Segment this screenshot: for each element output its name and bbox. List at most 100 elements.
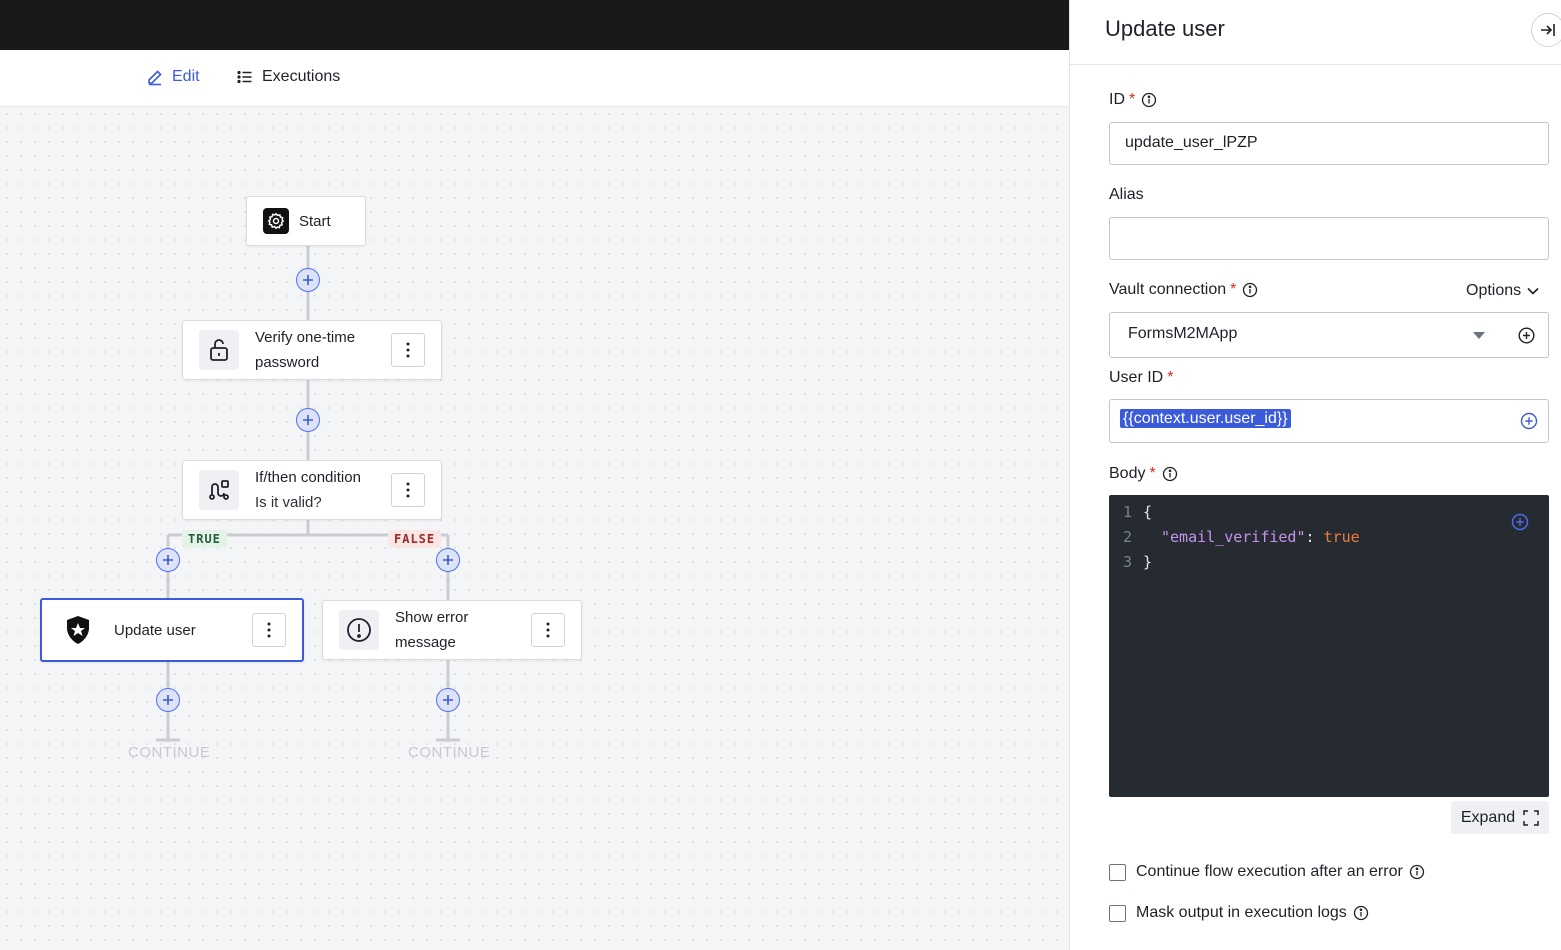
branch-icon: [199, 470, 239, 510]
continue-after-error-label: Continue flow execution after an error: [1136, 863, 1403, 880]
show-error-line1: Show error: [395, 609, 469, 626]
info-icon[interactable]: [1141, 92, 1157, 108]
insert-variable-button[interactable]: [1520, 412, 1538, 430]
code-line: {: [1143, 503, 1153, 521]
alias-label-text: Alias: [1109, 186, 1144, 203]
add-connection-button[interactable]: [1518, 327, 1535, 344]
code-line: }: [1143, 553, 1153, 571]
node-menu-button[interactable]: [391, 333, 425, 367]
options-label: Options: [1466, 282, 1522, 299]
mask-output-label: Mask output in execution logs: [1136, 904, 1347, 921]
add-step-button[interactable]: [436, 688, 460, 712]
flow-canvas[interactable]: Start Verify one-time password If/then c…: [0, 107, 1069, 950]
gear-icon: [263, 208, 289, 234]
continue-after-error-option[interactable]: Continue flow execution after an error: [1109, 863, 1425, 881]
step-settings-panel: Update user ID * update_user_lPZP Alias …: [1069, 0, 1561, 950]
mask-output-option[interactable]: Mask output in execution logs: [1109, 904, 1369, 922]
line-number: 2: [1123, 528, 1133, 546]
tab-executions-label: Executions: [262, 68, 341, 85]
node-menu-button[interactable]: [252, 613, 286, 647]
add-step-button[interactable]: [156, 688, 180, 712]
false-branch-badge: FALSE: [388, 530, 442, 548]
pencil-icon: [146, 68, 164, 86]
verify-otp-line2: password: [255, 354, 320, 371]
node-menu-button[interactable]: [531, 613, 565, 647]
expand-button[interactable]: Expand: [1451, 801, 1549, 834]
show-error-label: Show error message: [395, 605, 468, 655]
fullscreen-icon: [1523, 809, 1539, 826]
condition-label: If/then condition Is it valid?: [255, 465, 361, 515]
caret-down-icon: [1473, 332, 1485, 339]
user-id-label: User ID *: [1109, 369, 1173, 387]
info-icon[interactable]: [1162, 466, 1178, 482]
mask-output-checkbox[interactable]: [1109, 904, 1126, 922]
tab-edit-label: Edit: [172, 68, 200, 85]
collapse-panel-button[interactable]: [1531, 13, 1561, 47]
user-id-value: {{context.user.user_id}}: [1120, 409, 1291, 428]
insert-variable-button[interactable]: [1511, 513, 1529, 531]
flow-connectors: [156, 246, 460, 742]
add-step-button[interactable]: [436, 548, 460, 572]
required-asterisk: *: [1230, 281, 1237, 298]
editor-tab-bar: Edit Executions: [0, 50, 1069, 107]
verify-otp-label: Verify one-time password: [255, 325, 355, 375]
vault-connection-label: Vault connection *: [1109, 281, 1258, 299]
id-input[interactable]: update_user_lPZP: [1109, 122, 1549, 165]
continue-after-error-checkbox[interactable]: [1109, 863, 1126, 881]
start-node[interactable]: Start: [246, 196, 366, 246]
required-asterisk: *: [1167, 369, 1174, 386]
start-label: Start: [299, 212, 331, 230]
info-icon[interactable]: [1242, 282, 1258, 298]
line-number: 3: [1123, 553, 1133, 571]
id-input-value: update_user_lPZP: [1125, 134, 1258, 151]
list-icon: [236, 68, 254, 86]
add-step-button[interactable]: [296, 268, 320, 292]
user-id-label-text: User ID: [1109, 369, 1164, 386]
update-user-node[interactable]: Update user: [40, 598, 304, 662]
shield-icon: [58, 610, 98, 650]
panel-title: Update user: [1105, 16, 1225, 41]
continue-label: CONTINUE: [408, 744, 491, 761]
body-field-label: Body *: [1109, 465, 1178, 483]
alias-field-label: Alias: [1109, 186, 1144, 204]
code-line: "email_verified": true: [1161, 528, 1360, 546]
continue-label: CONTINUE: [128, 744, 211, 761]
if-then-condition-node[interactable]: If/then condition Is it valid?: [182, 460, 442, 520]
tab-executions[interactable]: Executions: [236, 68, 340, 86]
add-step-button[interactable]: [296, 408, 320, 432]
true-branch-badge: TRUE: [182, 530, 227, 548]
user-id-input[interactable]: {{context.user.user_id}}: [1109, 399, 1549, 443]
node-menu-button[interactable]: [391, 473, 425, 507]
required-asterisk: *: [1129, 91, 1136, 108]
id-field-label: ID *: [1109, 91, 1157, 109]
verify-otp-line1: Verify one-time: [255, 329, 356, 346]
verify-otp-node[interactable]: Verify one-time password: [182, 320, 442, 380]
show-error-node[interactable]: Show error message: [322, 600, 582, 660]
alias-input[interactable]: [1109, 217, 1549, 260]
update-user-label: Update user: [114, 621, 196, 639]
vault-connection-value: FormsM2MApp: [1128, 325, 1238, 342]
json-value: true: [1323, 528, 1360, 546]
tab-edit[interactable]: Edit: [146, 68, 200, 86]
show-error-line2: message: [395, 634, 456, 651]
info-icon[interactable]: [1353, 905, 1369, 921]
chevron-down-icon: [1527, 287, 1539, 295]
line-number: 1: [1123, 503, 1133, 521]
json-key: "email_verified": [1161, 528, 1306, 546]
app-top-bar: [0, 0, 1069, 50]
body-label-text: Body: [1109, 465, 1146, 482]
id-label-text: ID: [1109, 91, 1125, 108]
expand-label: Expand: [1460, 808, 1516, 826]
arrow-right-to-line-icon: [1539, 22, 1557, 38]
body-code-editor[interactable]: 1 { 2 "email_verified": true 3 }: [1109, 495, 1549, 797]
unlock-icon: [199, 330, 239, 370]
condition-title: If/then condition: [255, 469, 361, 486]
options-dropdown[interactable]: Options: [1466, 282, 1539, 300]
alert-icon: [339, 610, 379, 650]
vault-connection-select[interactable]: FormsM2MApp: [1109, 312, 1549, 358]
condition-subtitle: Is it valid?: [255, 494, 322, 511]
json-colon: :: [1305, 528, 1324, 546]
info-icon[interactable]: [1409, 864, 1425, 880]
add-step-button[interactable]: [156, 548, 180, 572]
required-asterisk: *: [1149, 465, 1156, 482]
